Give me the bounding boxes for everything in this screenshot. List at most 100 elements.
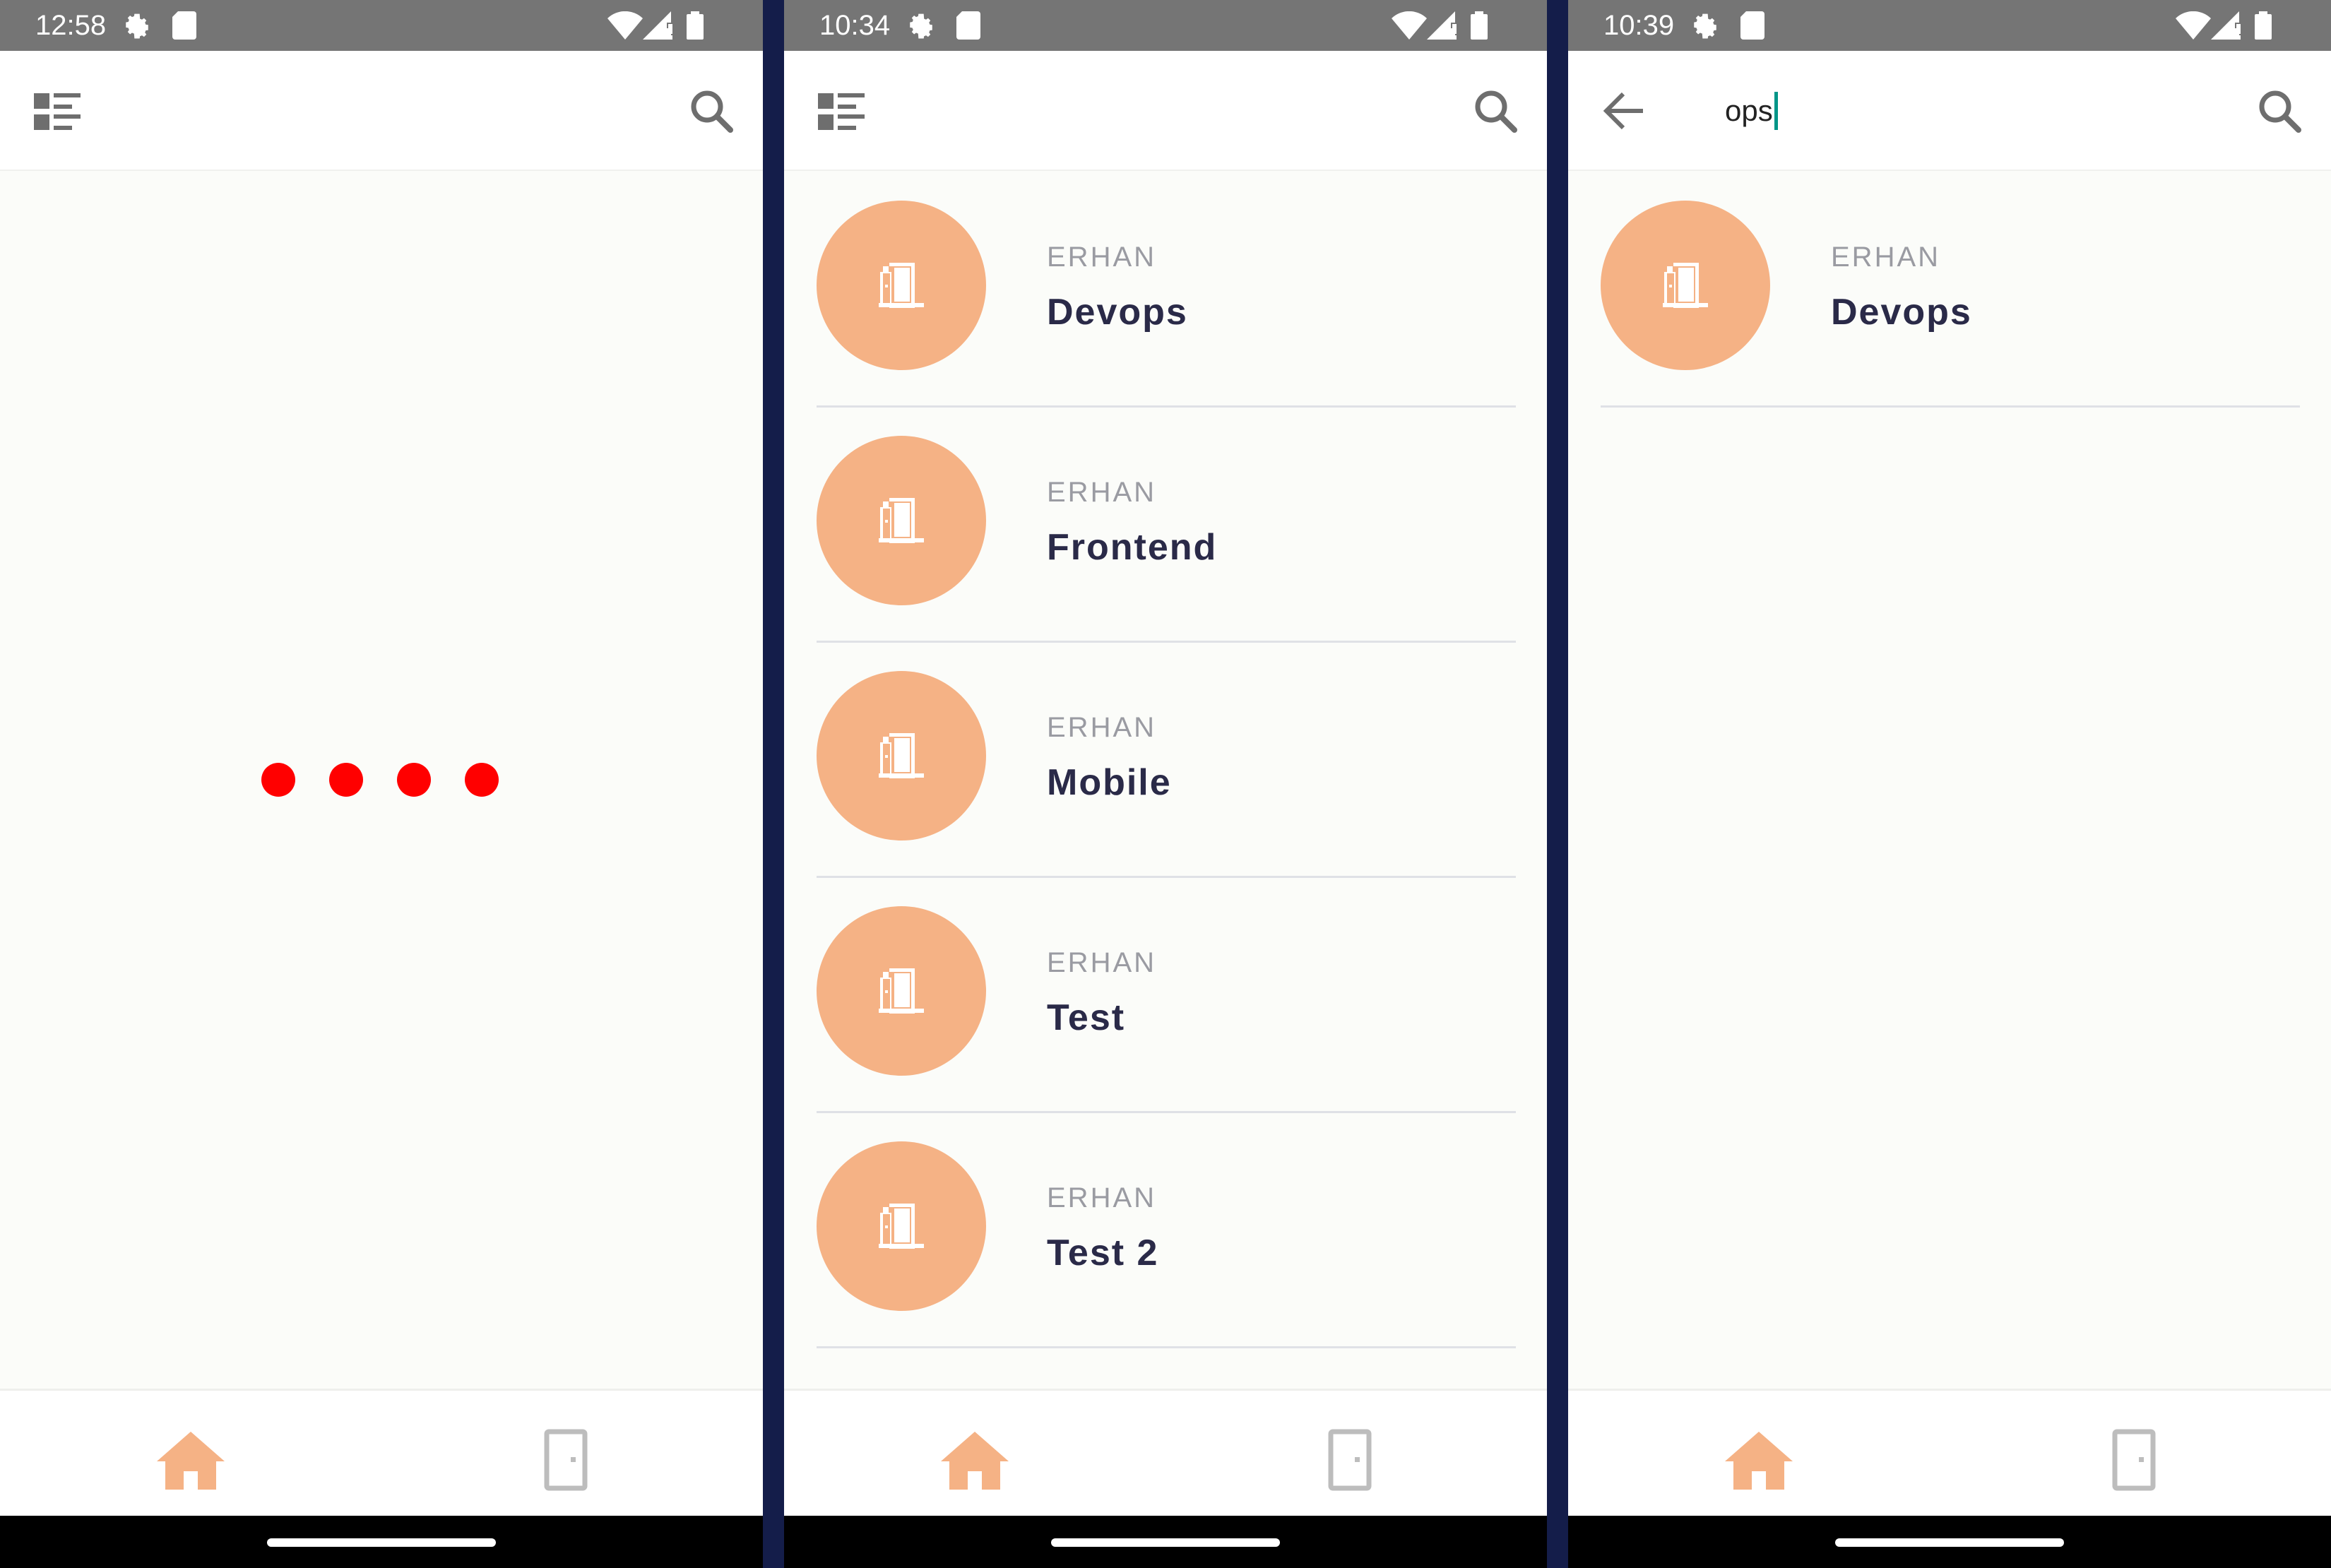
- room-list-item[interactable]: ERHAN Frontend: [817, 408, 1516, 643]
- status-bar: 10:39: [1568, 0, 2331, 51]
- home-icon: [1725, 1432, 1793, 1490]
- door-icon: [544, 1429, 588, 1491]
- room-owner: ERHAN: [1047, 1182, 1157, 1213]
- room-avatar: [817, 906, 986, 1076]
- room-owner: ERHAN: [1047, 947, 1157, 978]
- nav-home-button[interactable]: [1724, 1429, 1794, 1491]
- room-owner: ERHAN: [1047, 477, 1157, 508]
- menu-list-icon: [34, 93, 81, 130]
- back-button[interactable]: [1602, 89, 1646, 133]
- room-owner: ERHAN: [1047, 242, 1157, 273]
- search-icon: [1475, 90, 1517, 133]
- home-icon: [157, 1432, 225, 1490]
- search-button[interactable]: [1472, 88, 1519, 134]
- nav-rooms-button[interactable]: [1324, 1427, 1376, 1492]
- search-icon: [2259, 90, 2301, 133]
- loading-dot: [465, 763, 499, 797]
- settings-gear-icon: [906, 11, 937, 46]
- status-time: 10:39: [1603, 10, 1675, 41]
- menu-list-button[interactable]: [818, 90, 866, 133]
- cell-signal-icon: [1427, 11, 1458, 43]
- search-results-content: ERHAN Devops: [1568, 172, 2331, 1389]
- room-list-item[interactable]: ERHAN Test 2: [817, 1113, 1516, 1348]
- door-icon: [873, 496, 930, 545]
- nav-rooms-button[interactable]: [540, 1427, 592, 1492]
- search-input[interactable]: ops: [1725, 88, 2149, 134]
- room-name: Test 2: [1047, 1233, 1159, 1273]
- bottom-navigation: [784, 1389, 1547, 1516]
- nav-home-button[interactable]: [155, 1429, 226, 1491]
- cell-signal-icon: [2211, 11, 2242, 43]
- search-button[interactable]: [688, 88, 735, 134]
- status-bar: 12:58: [0, 0, 763, 51]
- room-avatar: [817, 1141, 986, 1311]
- battery-icon: [687, 11, 704, 43]
- system-gesture-bar: [1568, 1516, 2331, 1568]
- search-results-list: ERHAN Devops: [1601, 172, 2300, 408]
- phone-screen-room-list: 10:34 ERHAN Devops ERHAN Frontend ERHAN …: [784, 0, 1547, 1568]
- app-bar: [0, 51, 763, 171]
- room-avatar: [817, 436, 986, 605]
- nav-rooms-button[interactable]: [2108, 1427, 2160, 1492]
- door-icon: [873, 731, 930, 780]
- sd-card-icon: [956, 11, 980, 43]
- room-list: ERHAN Devops ERHAN Frontend ERHAN Mobile: [817, 172, 1516, 1348]
- screenshot-collage: 12:58 10:34 ERHAN Devops ERHAN Frontend …: [0, 0, 2331, 1568]
- bottom-navigation: [1568, 1389, 2331, 1516]
- home-gesture-handle[interactable]: [1835, 1538, 2064, 1547]
- settings-gear-icon: [121, 11, 153, 46]
- room-avatar: [817, 201, 986, 370]
- home-icon: [941, 1432, 1009, 1490]
- loading-dot: [397, 763, 431, 797]
- status-bar: 10:34: [784, 0, 1547, 51]
- menu-list-icon: [818, 93, 865, 130]
- room-list-item[interactable]: ERHAN Test: [817, 878, 1516, 1113]
- phone-screen-search: 10:39 ops ERHAN Devops: [1568, 0, 2331, 1568]
- room-list-item[interactable]: ERHAN Mobile: [817, 643, 1516, 878]
- door-icon: [873, 261, 930, 310]
- home-gesture-handle[interactable]: [1051, 1538, 1280, 1547]
- status-time: 10:34: [819, 10, 891, 41]
- room-avatar: [1601, 201, 1770, 370]
- room-owner: ERHAN: [1831, 242, 1941, 273]
- room-list-content: ERHAN Devops ERHAN Frontend ERHAN Mobile: [784, 172, 1547, 1389]
- room-name: Test: [1047, 997, 1126, 1038]
- system-gesture-bar: [784, 1516, 1547, 1568]
- nav-home-button[interactable]: [939, 1429, 1010, 1491]
- search-button[interactable]: [2256, 88, 2303, 134]
- status-time: 12:58: [35, 10, 107, 41]
- battery-icon: [1471, 11, 1488, 43]
- door-icon: [1657, 261, 1714, 310]
- loading-content: [0, 172, 763, 1389]
- door-icon: [1328, 1429, 1372, 1491]
- settings-gear-icon: [1690, 11, 1721, 46]
- room-list-item[interactable]: ERHAN Devops: [1601, 172, 2300, 408]
- battery-icon: [2255, 11, 2272, 43]
- search-icon: [691, 90, 733, 133]
- loading-dot: [261, 763, 295, 797]
- door-icon: [2112, 1429, 2156, 1491]
- home-gesture-handle[interactable]: [267, 1538, 496, 1547]
- search-input-value: ops: [1725, 94, 1773, 127]
- back-arrow-icon: [1603, 92, 1643, 130]
- room-owner: ERHAN: [1047, 712, 1157, 743]
- wifi-icon: [1392, 11, 1427, 43]
- app-bar: ops: [1568, 51, 2331, 171]
- text-cursor: [1774, 92, 1778, 130]
- loading-dot: [329, 763, 363, 797]
- loading-indicator: [261, 763, 502, 798]
- cell-signal-icon: [643, 11, 674, 43]
- door-icon: [873, 1201, 930, 1251]
- wifi-icon: [607, 11, 643, 43]
- room-list-item[interactable]: ERHAN Devops: [817, 172, 1516, 408]
- system-gesture-bar: [0, 1516, 763, 1568]
- room-name: Mobile: [1047, 762, 1172, 803]
- menu-list-button[interactable]: [34, 90, 82, 133]
- room-name: Devops: [1831, 292, 1972, 333]
- sd-card-icon: [172, 11, 196, 43]
- door-icon: [873, 966, 930, 1016]
- app-bar: [784, 51, 1547, 171]
- room-name: Frontend: [1047, 527, 1218, 568]
- wifi-icon: [2176, 11, 2211, 43]
- room-avatar: [817, 671, 986, 841]
